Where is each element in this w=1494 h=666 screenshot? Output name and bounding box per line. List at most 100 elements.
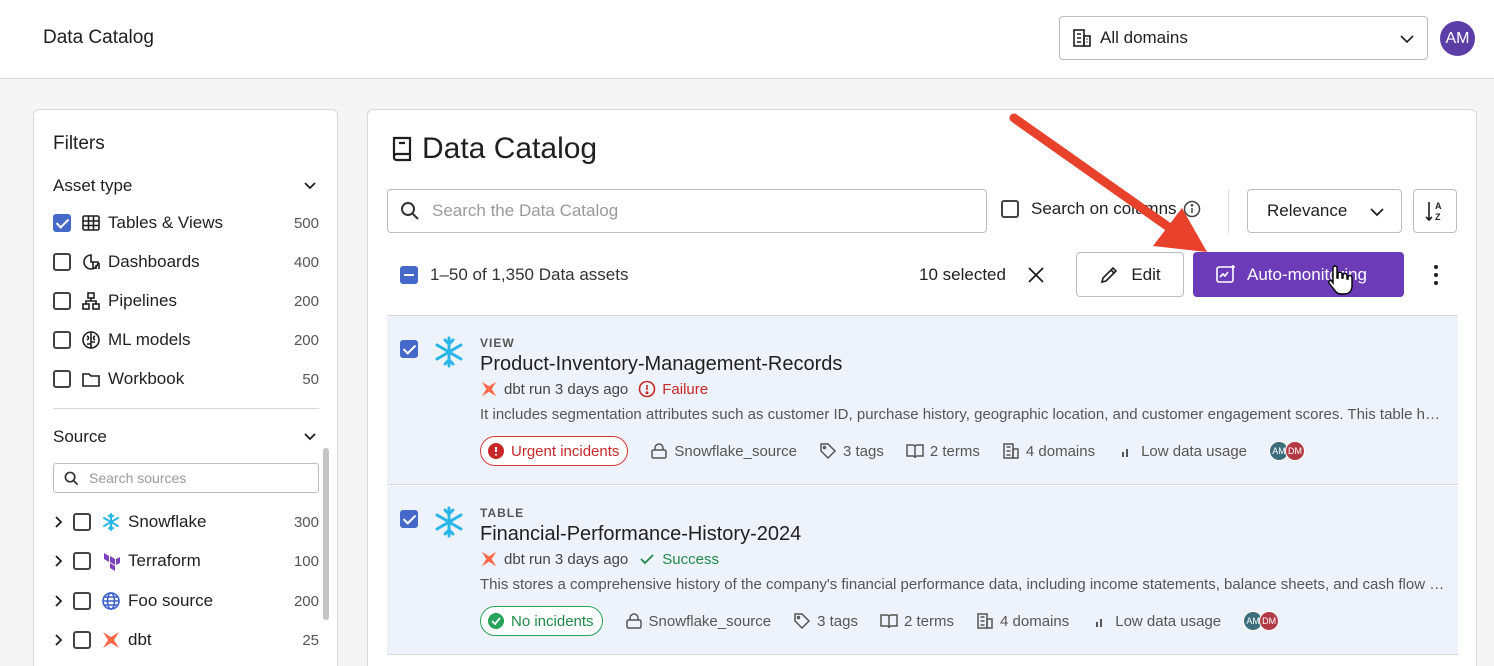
filter-label: Tables & Views	[108, 213, 223, 232]
filters-title: Filters	[53, 133, 105, 154]
terms-meta[interactable]: 2 terms	[880, 612, 954, 630]
chevron-right-icon[interactable]	[53, 594, 65, 608]
asset-name[interactable]: Product-Inventory-Management-Records	[480, 353, 842, 376]
chevron-right-icon[interactable]	[53, 633, 65, 647]
asset-card[interactable]: VIEW Product-Inventory-Management-Record…	[387, 316, 1458, 485]
divider	[53, 408, 319, 409]
tags-meta[interactable]: 3 tags	[819, 442, 884, 460]
book-icon	[392, 136, 412, 162]
checkbox[interactable]	[53, 370, 71, 388]
checkbox[interactable]	[400, 510, 418, 528]
asset-description: It includes segmentation attributes such…	[480, 406, 1446, 423]
checkbox[interactable]	[73, 552, 91, 570]
info-icon[interactable]	[1183, 200, 1201, 218]
chevron-down-icon	[1400, 35, 1414, 44]
checkbox[interactable]	[73, 592, 91, 610]
run-status-text: Failure	[662, 380, 709, 398]
sort-value: Relevance	[1267, 201, 1348, 220]
filter-item-dashboards[interactable]: Dashboards 400	[53, 250, 319, 274]
domain-select[interactable]: All domains	[1059, 16, 1428, 60]
filter-item-ml-models[interactable]: ML models 200	[53, 328, 319, 352]
source-item-dbt[interactable]: dbt 25	[53, 628, 319, 652]
sort-az-icon: AZ	[1425, 201, 1442, 222]
source-item-terraform[interactable]: Terraform 100	[53, 549, 319, 573]
chevron-right-icon[interactable]	[53, 515, 65, 529]
sort-select[interactable]: Relevance	[1247, 189, 1402, 233]
building-icon	[1003, 443, 1019, 459]
terraform-icon	[104, 553, 120, 571]
checkbox[interactable]	[73, 513, 91, 531]
asset-card[interactable]: TABLE Financial-Performance-History-2024…	[387, 486, 1458, 655]
checkbox[interactable]	[73, 631, 91, 649]
snowflake-icon	[435, 506, 463, 538]
terms-meta[interactable]: 2 terms	[906, 442, 980, 460]
usage-text: Low data usage	[1115, 612, 1222, 630]
tag-icon	[794, 613, 811, 630]
source-heading[interactable]: Source	[53, 427, 107, 447]
search-on-columns-toggle[interactable]: Search on columns	[1001, 199, 1201, 219]
more-options-icon[interactable]	[1428, 264, 1444, 286]
owners[interactable]: AM DM	[1269, 441, 1306, 461]
edit-button[interactable]: Edit	[1076, 252, 1184, 297]
asset-type: VIEW	[480, 336, 515, 350]
source-item-snowflake[interactable]: Snowflake 300	[53, 510, 319, 534]
filters-panel: Filters Asset type Tables & Views 500 Da…	[33, 109, 338, 666]
incidents-badge[interactable]: No incidents	[480, 606, 603, 636]
source-count: 200	[293, 592, 319, 610]
avatar: DM	[1259, 611, 1280, 631]
usage-meta: Low data usage	[1117, 442, 1247, 460]
source-count: 25	[302, 631, 319, 649]
usage-text: Low data usage	[1141, 442, 1248, 460]
incidents-badge[interactable]: Urgent incidents	[480, 436, 629, 466]
source-count: 300	[293, 513, 319, 531]
alert-circle-icon	[638, 380, 656, 398]
chevron-right-icon[interactable]	[53, 554, 65, 568]
user-avatar[interactable]: AM	[1440, 21, 1475, 56]
domains-meta[interactable]: 4 domains	[1002, 442, 1095, 460]
run-status: Success	[638, 550, 719, 568]
filter-item-pipelines[interactable]: Pipelines 200	[53, 289, 319, 313]
run-text: dbt run 3 days ago	[504, 380, 629, 398]
filter-item-tables-views[interactable]: Tables & Views 500	[53, 211, 319, 235]
tags-meta[interactable]: 3 tags	[793, 612, 858, 630]
dbt-icon	[481, 551, 497, 567]
select-all-checkbox[interactable]	[400, 266, 418, 284]
book-open-icon	[880, 614, 898, 629]
source-meta: Snowflake_source	[625, 612, 771, 630]
pencil-icon	[1101, 266, 1118, 283]
filter-item-workbook[interactable]: Workbook 50	[53, 367, 319, 391]
database-lock-icon	[651, 443, 668, 459]
clear-selection-icon[interactable]	[1027, 266, 1045, 284]
globe-icon	[102, 592, 120, 610]
run-status: Failure	[638, 380, 708, 398]
owners[interactable]: AM DM	[1243, 611, 1280, 631]
filters-scrollbar[interactable]	[323, 448, 329, 620]
pipeline-icon	[82, 292, 100, 310]
auto-monitoring-button[interactable]: Auto-monitoring	[1193, 252, 1404, 297]
checkbox[interactable]	[53, 292, 71, 310]
filter-count: 200	[293, 292, 319, 310]
checkbox[interactable]	[1001, 200, 1019, 218]
catalog-search-input[interactable]: Search the Data Catalog	[387, 189, 987, 233]
book-open-icon	[906, 444, 924, 459]
domains-text: 4 domains	[1025, 442, 1096, 460]
source-count: 100	[293, 552, 319, 570]
catalog-search-placeholder: Search the Data Catalog	[432, 201, 619, 220]
page-title-text: Data Catalog	[422, 132, 598, 165]
domains-text: 4 domains	[1000, 612, 1070, 630]
source-item-foo-source[interactable]: Foo source 200	[53, 589, 319, 613]
sort-order-button[interactable]: AZ	[1413, 189, 1457, 233]
source-search-input[interactable]: Search sources	[53, 463, 319, 493]
chevron-down-icon[interactable]	[302, 429, 318, 445]
checkbox[interactable]	[53, 331, 71, 349]
domains-meta[interactable]: 4 domains	[976, 612, 1069, 630]
tags-text: 3 tags	[842, 442, 884, 460]
checkbox[interactable]	[400, 340, 418, 358]
asset-type-heading[interactable]: Asset type	[53, 176, 132, 196]
checkbox[interactable]	[53, 214, 71, 232]
asset-run-info: dbt run 3 days ago Failure	[480, 380, 708, 398]
asset-name[interactable]: Financial-Performance-History-2024	[480, 523, 801, 546]
checkbox[interactable]	[53, 253, 71, 271]
svg-text:A: A	[1435, 201, 1442, 211]
chevron-down-icon[interactable]	[302, 178, 318, 194]
